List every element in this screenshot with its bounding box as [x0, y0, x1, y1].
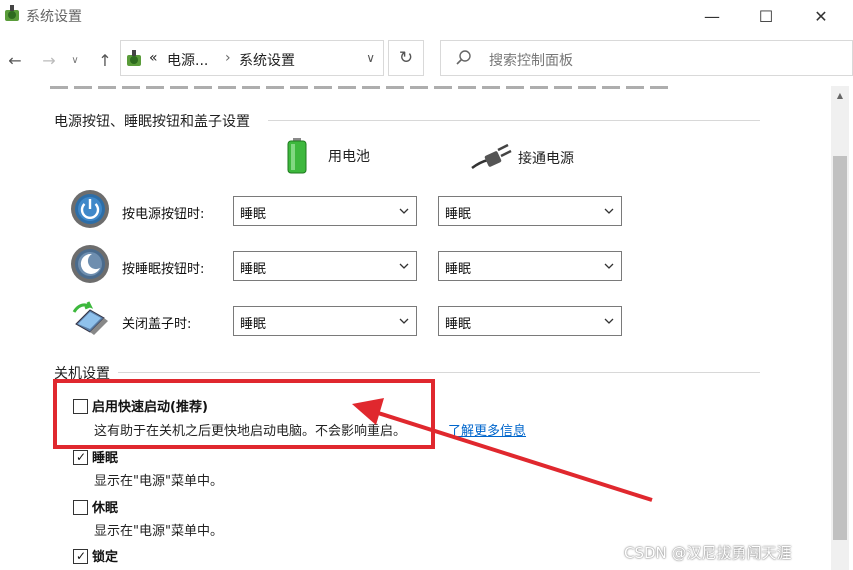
lid-close-plugged-select[interactable]: 睡眠: [438, 306, 622, 336]
lid-close-label: 关闭盖子时:: [122, 317, 192, 332]
selected-value: 睡眠: [240, 207, 267, 222]
chevron-down-icon: [399, 208, 409, 214]
checkmark-icon: ✓: [76, 450, 87, 464]
up-button[interactable]: ↑: [94, 48, 116, 72]
minimize-button[interactable]: —: [689, 0, 735, 32]
annotation-highlight-box: [53, 379, 435, 449]
battery-icon: [287, 138, 307, 174]
sleep-button-plugged-select[interactable]: 睡眠: [438, 251, 622, 281]
chevron-down-icon: [399, 318, 409, 324]
scrolled-text-edge: [50, 86, 670, 89]
settings-content: 电源按钮、睡眠按钮和盖子设置 用电池 接通电源 按电源按钮时: 睡眠 睡眠 按睡…: [0, 86, 831, 570]
learn-more-link[interactable]: 了解更多信息: [448, 420, 526, 439]
watermark: CSDN @汉尼拔勇闯天涯: [624, 544, 792, 562]
address-prefix[interactable]: «: [149, 50, 158, 66]
control-panel-icon: [127, 50, 141, 66]
hibernate-label[interactable]: 休眠: [92, 497, 118, 516]
section-divider: [118, 372, 760, 373]
breadcrumb-separator: ›: [225, 50, 231, 66]
selected-value: 睡眠: [240, 262, 267, 277]
breadcrumb-system-settings[interactable]: 系统设置: [239, 50, 295, 70]
vertical-scrollbar[interactable]: ▲: [831, 86, 849, 570]
lock-checkbox[interactable]: ✓: [73, 549, 88, 564]
scroll-up-button[interactable]: ▲: [831, 86, 849, 104]
battery-column-header: 用电池: [286, 138, 370, 174]
hibernate-description: 显示在"电源"菜单中。: [94, 524, 223, 539]
lock-label[interactable]: 锁定: [92, 546, 118, 565]
section-divider: [268, 120, 760, 121]
hibernate-checkbox[interactable]: [73, 500, 88, 515]
selected-value: 睡眠: [445, 207, 472, 222]
plug-icon: [471, 144, 512, 170]
close-button[interactable]: ✕: [798, 0, 844, 32]
sleep-button-icon: [71, 245, 109, 283]
chevron-down-icon: [604, 208, 614, 214]
selected-value: 睡眠: [445, 317, 472, 332]
battery-column-label: 用电池: [328, 149, 370, 165]
back-button[interactable]: ←: [4, 48, 26, 72]
lid-close-battery-select[interactable]: 睡眠: [233, 306, 417, 336]
laptop-lid-icon: [72, 301, 108, 335]
power-button-plugged-select[interactable]: 睡眠: [438, 196, 622, 226]
power-section-title: 电源按钮、睡眠按钮和盖子设置: [54, 114, 250, 130]
search-box[interactable]: 搜索控制面板: [440, 40, 853, 76]
search-icon: [456, 50, 471, 65]
sleep-button-battery-select[interactable]: 睡眠: [233, 251, 417, 281]
chevron-down-icon: [604, 318, 614, 324]
search-input[interactable]: 搜索控制面板: [489, 50, 573, 70]
sleep-button-label: 按睡眠按钮时:: [122, 262, 205, 277]
power-button-battery-select[interactable]: 睡眠: [233, 196, 417, 226]
title-bar: 系统设置 — ☐ ✕: [0, 0, 853, 32]
refresh-button[interactable]: ↻: [388, 40, 424, 76]
chevron-down-icon: [604, 263, 614, 269]
window-title: 系统设置: [26, 9, 82, 25]
plugged-in-column-label: 接通电源: [518, 151, 574, 167]
address-bar[interactable]: « 电源... › 系统设置 ∨: [120, 40, 384, 76]
plugged-in-column-header: 接通电源: [470, 144, 574, 172]
scrollbar-thumb[interactable]: [833, 156, 847, 540]
checkmark-icon: ✓: [76, 549, 87, 563]
sleep-checkbox[interactable]: ✓: [73, 450, 88, 465]
sleep-label[interactable]: 睡眠: [92, 447, 118, 466]
recent-locations-dropdown[interactable]: ∨: [68, 48, 82, 72]
control-panel-icon: [5, 5, 19, 21]
power-button-label: 按电源按钮时:: [122, 207, 205, 222]
navigation-bar: ← → ∨ ↑ « 电源... › 系统设置 ∨ ↻ 搜索控制面板: [0, 40, 853, 80]
chevron-down-icon: [399, 263, 409, 269]
power-button-icon: [71, 190, 109, 228]
sleep-description: 显示在"电源"菜单中。: [94, 474, 223, 489]
selected-value: 睡眠: [445, 262, 472, 277]
maximize-button[interactable]: ☐: [743, 0, 789, 32]
address-dropdown[interactable]: ∨: [366, 51, 375, 65]
forward-button[interactable]: →: [38, 48, 60, 72]
selected-value: 睡眠: [240, 317, 267, 332]
breadcrumb-power[interactable]: 电源...: [167, 50, 208, 70]
